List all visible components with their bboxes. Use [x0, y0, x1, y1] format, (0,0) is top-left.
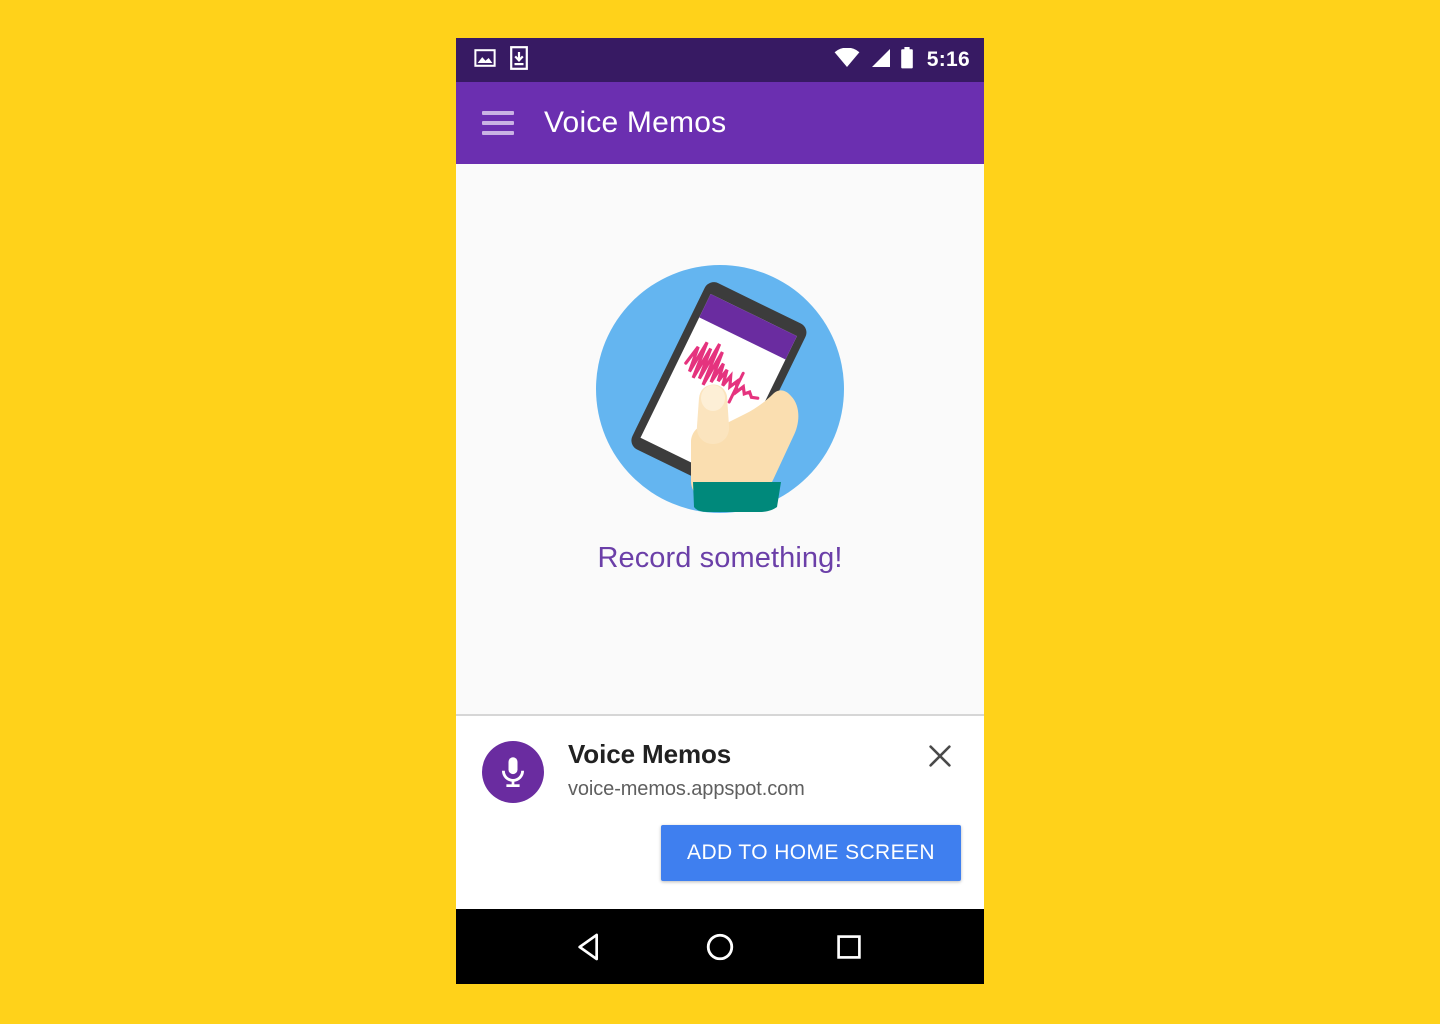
- android-navigation-bar: [456, 909, 984, 984]
- hamburger-menu-icon[interactable]: [482, 111, 514, 135]
- banner-app-name: Voice Memos: [568, 739, 732, 769]
- close-icon[interactable]: [922, 738, 958, 774]
- recents-square-icon[interactable]: [817, 915, 881, 979]
- wifi-icon: [834, 47, 860, 73]
- hamburger-bar: [482, 111, 514, 115]
- microphone-icon: [482, 741, 544, 803]
- install-app-banner: Voice Memos voice-memos.appspot.com ADD …: [456, 716, 984, 909]
- image-icon: [474, 47, 496, 74]
- status-bar: 5:16: [456, 38, 984, 82]
- hamburger-bar: [482, 121, 514, 125]
- page-title: Voice Memos: [544, 106, 727, 139]
- back-triangle-icon[interactable]: [559, 915, 623, 979]
- banner-app-url: voice-memos.appspot.com: [568, 778, 805, 800]
- home-circle-icon[interactable]: [688, 915, 752, 979]
- phone-screen: 5:16 Voice Memos Record something! Voice…: [456, 38, 984, 984]
- download-to-device-icon: [510, 45, 528, 75]
- add-to-home-screen-button[interactable]: ADD TO HOME SCREEN: [661, 825, 961, 881]
- app-toolbar: Voice Memos: [456, 82, 984, 164]
- banner-text-block: Voice Memos voice-memos.appspot.com: [568, 738, 805, 801]
- hand-holding-phone-with-waveform-illustration: [596, 264, 844, 513]
- banner-header: Voice Memos voice-memos.appspot.com: [482, 738, 958, 803]
- cellular-signal-icon: [869, 48, 891, 73]
- empty-state-content: Record something!: [456, 164, 984, 716]
- status-bar-left-icons: [474, 45, 528, 75]
- empty-state-message: Record something!: [597, 541, 843, 574]
- status-bar-right-icons: 5:16: [834, 46, 970, 74]
- status-bar-clock: 5:16: [926, 48, 970, 71]
- battery-icon: [900, 46, 914, 74]
- hamburger-bar: [482, 131, 514, 135]
